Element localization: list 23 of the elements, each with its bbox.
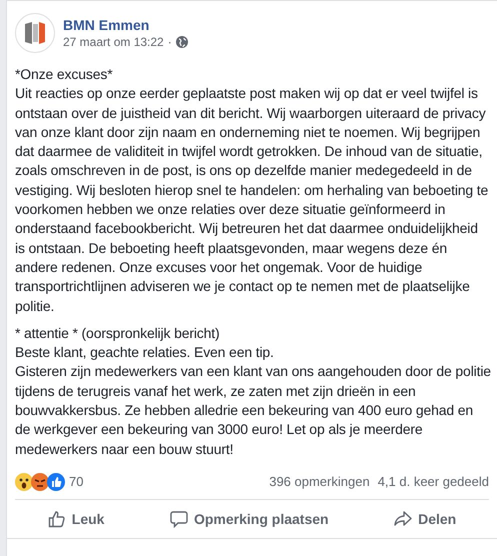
- comment-count[interactable]: 396 opmerkingen: [269, 474, 370, 490]
- angry-emoji-icon: [31, 472, 49, 491]
- thumbs-up-icon: [47, 472, 65, 491]
- post-timestamp[interactable]: 27 maart om 13:22: [63, 35, 164, 49]
- reaction-count[interactable]: 70: [69, 474, 84, 490]
- globe-icon: [176, 36, 188, 48]
- page-avatar[interactable]: [15, 13, 55, 53]
- post-text: Uit reacties op onze eerder geplaatste post maken wij op dat er veel twijfel is ontstaan over de juistheid van dit bericht. Wij waarborgen uiteraard de privacy van onze klant door zijn naam en onderneming niet te noemen. Wij begrijpen dat daarmee de validiteit in twijfel wordt getrokken. De inhoud van de situatie, zoals omschreven in de post, is ons op dezelfde manier medegedeeld in de vestiging. Wij besloten hierop snel te handelen: om herhaling van beboeting te voorkomen hebben we onze relaties over deze situatie geïnformeerd in onderstaand facebookbericht. Wij betreuren het dat daarmee onduidelijkheid is ontstaan. De beboeting heeft plaatsgevonden, maar wegens deze én andere redenen. Onze excuses voor het ongemak. Voor de huidige transportrichtlijnen adviseren we je contact op te nemen met de plaatselijke politie.: [15, 84, 490, 316]
- like-button[interactable]: Leuk: [40, 504, 112, 534]
- share-button[interactable]: Delen: [386, 504, 464, 534]
- thumbs-up-icon: [48, 510, 66, 528]
- post-text: * attentie * (oorspronkelijk bericht): [15, 324, 221, 343]
- post-text: Gisteren zijn medewerkers van een klant van ons aangehouden door de politie tijdens de terugreis vanaf het werk, ze zaten met zijn drieën in een bouwvakkersbus. Ze hebben alledrie een bekeuring van 400 euro gehad en de werkgever een bekeuring van 3000 euro! Let op als je meerdere medewerkers naar een bouw stuurt!: [15, 362, 491, 459]
- comment-button[interactable]: Opmerking plaatsen: [162, 504, 337, 534]
- logo-icon: [24, 21, 46, 45]
- speech-bubble-icon: [170, 510, 188, 528]
- post-text: *Onze excuses*: [15, 65, 114, 84]
- author-name[interactable]: BMN Emmen: [63, 17, 188, 33]
- share-count[interactable]: 4,1 d. keer gedeeld: [378, 474, 489, 490]
- wow-emoji-icon: [15, 472, 33, 491]
- share-arrow-icon: [394, 510, 412, 528]
- separator-dot: ·: [168, 35, 172, 49]
- post-text: Beste klant, geachte relaties. Even een tip.: [15, 343, 275, 362]
